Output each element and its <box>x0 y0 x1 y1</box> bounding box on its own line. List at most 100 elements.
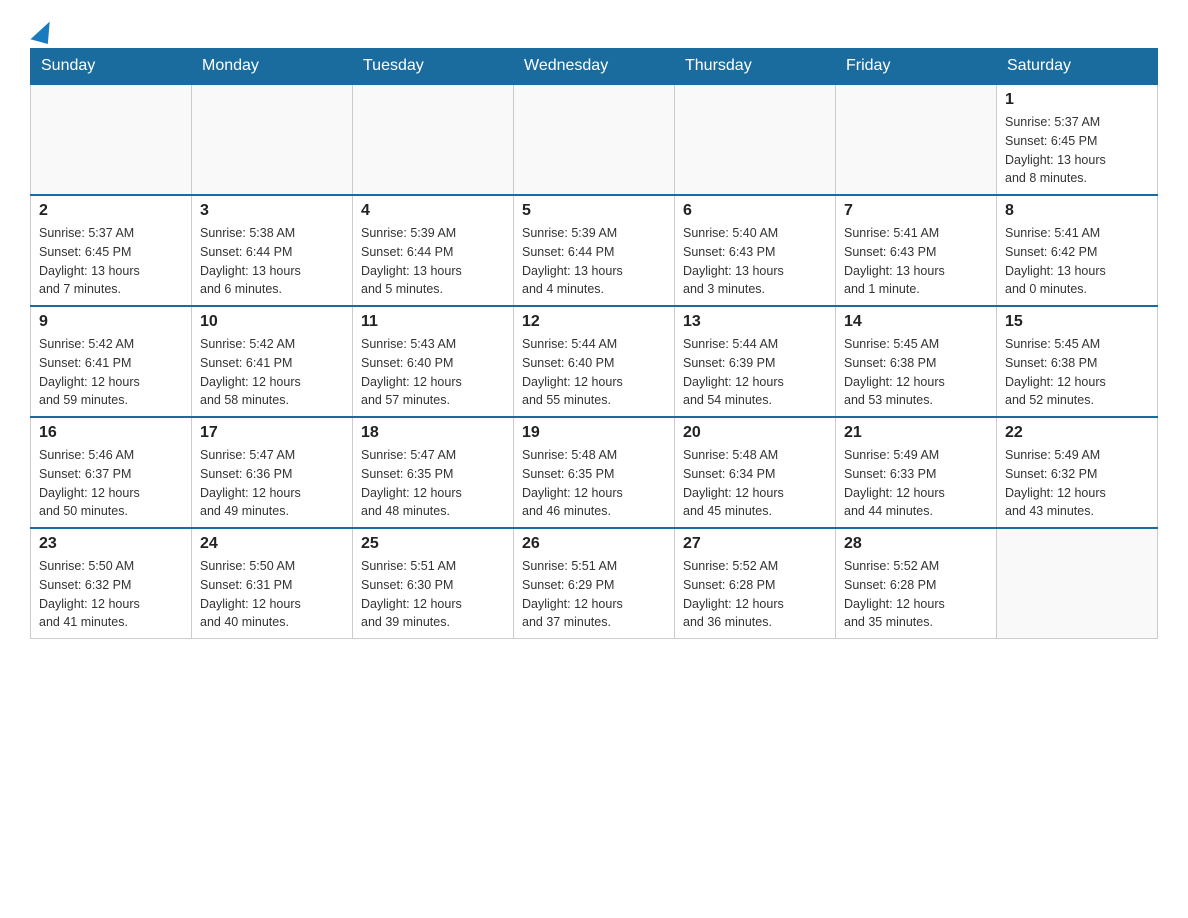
calendar-cell: 14 Sunrise: 5:45 AM Sunset: 6:38 PM Dayli… <box>836 306 997 417</box>
calendar-cell: 2 Sunrise: 5:37 AM Sunset: 6:45 PM Daylig… <box>31 195 192 306</box>
day-number: 7 <box>844 202 988 220</box>
day-number: 12 <box>522 313 666 331</box>
page-header <box>30 20 1158 38</box>
calendar-week-3: 9 Sunrise: 5:42 AM Sunset: 6:41 PM Daylig… <box>31 306 1158 417</box>
calendar-cell: 11 Sunrise: 5:43 AM Sunset: 6:40 PM Dayli… <box>353 306 514 417</box>
calendar-cell: 7 Sunrise: 5:41 AM Sunset: 6:43 PM Daylig… <box>836 195 997 306</box>
calendar-cell: 18 Sunrise: 5:47 AM Sunset: 6:35 PM Dayli… <box>353 417 514 528</box>
day-number: 27 <box>683 535 827 553</box>
day-number: 28 <box>844 535 988 553</box>
weekday-header-monday: Monday <box>192 49 353 85</box>
day-info: Sunrise: 5:48 AM Sunset: 6:35 PM Dayligh… <box>522 446 666 521</box>
calendar-cell: 1 Sunrise: 5:37 AM Sunset: 6:45 PM Daylig… <box>997 84 1158 195</box>
day-number: 4 <box>361 202 505 220</box>
day-info: Sunrise: 5:46 AM Sunset: 6:37 PM Dayligh… <box>39 446 183 521</box>
calendar-cell: 25 Sunrise: 5:51 AM Sunset: 6:30 PM Dayli… <box>353 528 514 639</box>
day-info: Sunrise: 5:39 AM Sunset: 6:44 PM Dayligh… <box>522 224 666 299</box>
day-number: 13 <box>683 313 827 331</box>
calendar-week-1: 1 Sunrise: 5:37 AM Sunset: 6:45 PM Daylig… <box>31 84 1158 195</box>
day-info: Sunrise: 5:44 AM Sunset: 6:40 PM Dayligh… <box>522 335 666 410</box>
calendar-cell: 15 Sunrise: 5:45 AM Sunset: 6:38 PM Dayli… <box>997 306 1158 417</box>
day-info: Sunrise: 5:43 AM Sunset: 6:40 PM Dayligh… <box>361 335 505 410</box>
calendar-cell: 20 Sunrise: 5:48 AM Sunset: 6:34 PM Dayli… <box>675 417 836 528</box>
day-info: Sunrise: 5:51 AM Sunset: 6:30 PM Dayligh… <box>361 557 505 632</box>
day-number: 14 <box>844 313 988 331</box>
day-number: 24 <box>200 535 344 553</box>
day-info: Sunrise: 5:39 AM Sunset: 6:44 PM Dayligh… <box>361 224 505 299</box>
day-info: Sunrise: 5:48 AM Sunset: 6:34 PM Dayligh… <box>683 446 827 521</box>
day-info: Sunrise: 5:42 AM Sunset: 6:41 PM Dayligh… <box>200 335 344 410</box>
day-number: 23 <box>39 535 183 553</box>
day-number: 5 <box>522 202 666 220</box>
calendar-cell: 8 Sunrise: 5:41 AM Sunset: 6:42 PM Daylig… <box>997 195 1158 306</box>
logo <box>30 20 51 38</box>
calendar-cell: 27 Sunrise: 5:52 AM Sunset: 6:28 PM Dayli… <box>675 528 836 639</box>
day-info: Sunrise: 5:47 AM Sunset: 6:36 PM Dayligh… <box>200 446 344 521</box>
day-info: Sunrise: 5:45 AM Sunset: 6:38 PM Dayligh… <box>844 335 988 410</box>
day-info: Sunrise: 5:38 AM Sunset: 6:44 PM Dayligh… <box>200 224 344 299</box>
day-info: Sunrise: 5:42 AM Sunset: 6:41 PM Dayligh… <box>39 335 183 410</box>
weekday-header-sunday: Sunday <box>31 49 192 85</box>
logo-triangle-icon <box>30 18 53 44</box>
calendar-cell: 3 Sunrise: 5:38 AM Sunset: 6:44 PM Daylig… <box>192 195 353 306</box>
weekday-header-wednesday: Wednesday <box>514 49 675 85</box>
day-info: Sunrise: 5:41 AM Sunset: 6:43 PM Dayligh… <box>844 224 988 299</box>
calendar-week-2: 2 Sunrise: 5:37 AM Sunset: 6:45 PM Daylig… <box>31 195 1158 306</box>
calendar-cell <box>192 84 353 195</box>
calendar-cell: 16 Sunrise: 5:46 AM Sunset: 6:37 PM Dayli… <box>31 417 192 528</box>
calendar-cell: 23 Sunrise: 5:50 AM Sunset: 6:32 PM Dayli… <box>31 528 192 639</box>
day-info: Sunrise: 5:44 AM Sunset: 6:39 PM Dayligh… <box>683 335 827 410</box>
calendar-cell <box>675 84 836 195</box>
calendar-cell: 13 Sunrise: 5:44 AM Sunset: 6:39 PM Dayli… <box>675 306 836 417</box>
day-number: 2 <box>39 202 183 220</box>
day-info: Sunrise: 5:51 AM Sunset: 6:29 PM Dayligh… <box>522 557 666 632</box>
day-number: 16 <box>39 424 183 442</box>
calendar-cell: 10 Sunrise: 5:42 AM Sunset: 6:41 PM Dayli… <box>192 306 353 417</box>
calendar-cell: 26 Sunrise: 5:51 AM Sunset: 6:29 PM Dayli… <box>514 528 675 639</box>
calendar-week-5: 23 Sunrise: 5:50 AM Sunset: 6:32 PM Dayli… <box>31 528 1158 639</box>
day-number: 26 <box>522 535 666 553</box>
calendar-cell <box>997 528 1158 639</box>
day-number: 22 <box>1005 424 1149 442</box>
calendar-cell <box>836 84 997 195</box>
weekday-header-row: SundayMondayTuesdayWednesdayThursdayFrid… <box>31 49 1158 85</box>
day-number: 20 <box>683 424 827 442</box>
calendar-cell: 12 Sunrise: 5:44 AM Sunset: 6:40 PM Dayli… <box>514 306 675 417</box>
day-number: 18 <box>361 424 505 442</box>
day-info: Sunrise: 5:50 AM Sunset: 6:32 PM Dayligh… <box>39 557 183 632</box>
calendar-cell: 4 Sunrise: 5:39 AM Sunset: 6:44 PM Daylig… <box>353 195 514 306</box>
calendar-cell: 22 Sunrise: 5:49 AM Sunset: 6:32 PM Dayli… <box>997 417 1158 528</box>
day-info: Sunrise: 5:52 AM Sunset: 6:28 PM Dayligh… <box>683 557 827 632</box>
calendar-cell: 19Sunrise: 5:48 AM Sunset: 6:35 PM Dayli… <box>514 417 675 528</box>
day-info: Sunrise: 5:49 AM Sunset: 6:32 PM Dayligh… <box>1005 446 1149 521</box>
day-number: 1 <box>1005 91 1149 109</box>
calendar-cell <box>514 84 675 195</box>
day-info: Sunrise: 5:50 AM Sunset: 6:31 PM Dayligh… <box>200 557 344 632</box>
calendar-table: SundayMondayTuesdayWednesdayThursdayFrid… <box>30 48 1158 639</box>
weekday-header-tuesday: Tuesday <box>353 49 514 85</box>
day-number: 21 <box>844 424 988 442</box>
day-number: 17 <box>200 424 344 442</box>
day-number: 6 <box>683 202 827 220</box>
day-info: Sunrise: 5:37 AM Sunset: 6:45 PM Dayligh… <box>39 224 183 299</box>
day-number: 3 <box>200 202 344 220</box>
calendar-week-4: 16 Sunrise: 5:46 AM Sunset: 6:37 PM Dayli… <box>31 417 1158 528</box>
day-number: 8 <box>1005 202 1149 220</box>
calendar-cell: 9 Sunrise: 5:42 AM Sunset: 6:41 PM Daylig… <box>31 306 192 417</box>
day-number: 15 <box>1005 313 1149 331</box>
weekday-header-saturday: Saturday <box>997 49 1158 85</box>
day-info: Sunrise: 5:52 AM Sunset: 6:28 PM Dayligh… <box>844 557 988 632</box>
weekday-header-friday: Friday <box>836 49 997 85</box>
day-number: 25 <box>361 535 505 553</box>
day-number: 10 <box>200 313 344 331</box>
calendar-cell <box>31 84 192 195</box>
day-info: Sunrise: 5:37 AM Sunset: 6:45 PM Dayligh… <box>1005 113 1149 188</box>
day-info: Sunrise: 5:41 AM Sunset: 6:42 PM Dayligh… <box>1005 224 1149 299</box>
day-info: Sunrise: 5:45 AM Sunset: 6:38 PM Dayligh… <box>1005 335 1149 410</box>
day-number: 9 <box>39 313 183 331</box>
day-info: Sunrise: 5:40 AM Sunset: 6:43 PM Dayligh… <box>683 224 827 299</box>
day-info: Sunrise: 5:47 AM Sunset: 6:35 PM Dayligh… <box>361 446 505 521</box>
weekday-header-thursday: Thursday <box>675 49 836 85</box>
day-info: Sunrise: 5:49 AM Sunset: 6:33 PM Dayligh… <box>844 446 988 521</box>
day-number: 11 <box>361 313 505 331</box>
